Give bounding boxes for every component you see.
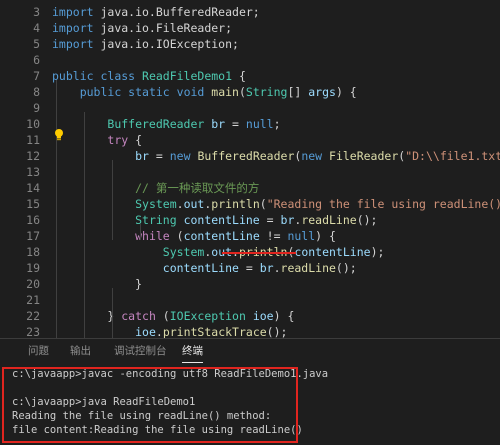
code-text: ioe.printStackTrace(); [135,325,288,338]
red-underline-annotation [222,252,296,254]
panel-tabs: 问题 输出 调试控制台 终端 [0,339,500,363]
code-line[interactable]: 15 System.out.println("Reading the file … [0,196,500,212]
code-line[interactable]: 14 // 第一种读取文件的方 [0,180,500,196]
code-text: while (contentLine != null) { [135,229,336,243]
code-line[interactable]: 5 import java.io.IOException; [0,36,500,52]
code-line[interactable]: 11 try { [0,132,500,148]
code-line[interactable]: 17 while (contentLine != null) { [0,228,500,244]
line-number: 18 [26,245,40,259]
line-number: 23 [26,325,40,338]
line-number: 3 [33,5,40,19]
line-number: 12 [26,149,40,163]
code-editor[interactable]: 3 import java.io.BufferedReader; 4 import j… [0,0,500,338]
code-text: try { [107,133,143,147]
line-number: 10 [26,117,40,131]
line-number: 16 [26,213,40,227]
line-number: 9 [33,101,40,115]
indent-guide [112,288,113,338]
indent-guide [56,80,57,338]
code-line[interactable]: 3 import java.io.BufferedReader; [0,4,500,20]
code-line[interactable]: 10 BufferedReader br = null; [0,116,500,132]
line-number: 14 [26,181,40,195]
code-text: System.out.println(contentLine); [162,245,385,259]
code-line[interactable]: 21 [0,292,500,308]
indent-guide [84,112,85,338]
code-line[interactable]: 8 public static void main(String[] args)… [0,84,500,100]
code-line[interactable]: 16 String contentLine = br.readLine(); [0,212,500,228]
code-text: } catch (IOException ioe) { [52,309,295,323]
code-line[interactable]: 22 } catch (IOException ioe) { [0,308,500,324]
code-text: String contentLine = br.readLine(); [135,213,378,227]
code-line[interactable]: 6 [0,52,500,68]
code-line[interactable]: 9 [0,100,500,116]
code-text: import java.io.BufferedReader; [52,5,260,19]
code-text: BufferedReader br = null; [107,117,281,131]
tab-problems[interactable]: 问题 [28,343,49,358]
code-line[interactable]: 19 contentLine = br.readLine(); [0,260,500,276]
code-line[interactable]: 20 } [0,276,500,292]
code-line[interactable]: 4 import java.io.FileReader; [0,20,500,36]
line-number: 21 [26,293,40,307]
line-number: 7 [33,69,40,83]
line-number: 20 [26,277,40,291]
code-line[interactable]: 12 br = new BufferedReader(new FileReade… [0,148,500,164]
line-number: 22 [26,309,40,323]
code-text: import java.io.FileReader; [52,21,233,35]
line-number: 11 [26,133,40,147]
code-line[interactable]: 23 ioe.printStackTrace(); [0,324,500,338]
tab-debug-console[interactable]: 调试控制台 [114,343,167,358]
lightbulb-icon[interactable] [53,128,65,142]
tab-terminal[interactable]: 终端 [182,343,203,363]
line-number: 5 [33,37,40,51]
indent-guide [112,160,113,240]
code-text: contentLine = br.readLine(); [162,261,357,275]
code-text: br = new BufferedReader(new FileReader("… [135,149,500,163]
code-line[interactable]: 13 [0,164,500,180]
line-number: 13 [26,165,40,179]
indent-guide [140,224,141,240]
line-number: 4 [33,21,40,35]
line-number: 8 [33,85,40,99]
line-number: 15 [26,197,40,211]
line-number: 19 [26,261,40,275]
code-text: public class ReadFileDemo1 { [52,69,246,83]
tab-output[interactable]: 输出 [70,343,91,358]
code-text: public static void main(String[] args) { [79,85,357,99]
code-text: } [52,277,143,291]
code-text: import java.io.IOException; [52,37,239,51]
line-number: 6 [33,53,40,67]
bottom-panel: 问题 输出 调试控制台 终端 c:\javaapp>javac -encodin… [0,338,500,445]
code-text: System.out.println("Reading the file usi… [135,197,500,211]
code-line[interactable]: 7 public class ReadFileDemo1 { [0,68,500,84]
red-highlight-box [2,367,298,443]
line-number: 17 [26,229,40,243]
